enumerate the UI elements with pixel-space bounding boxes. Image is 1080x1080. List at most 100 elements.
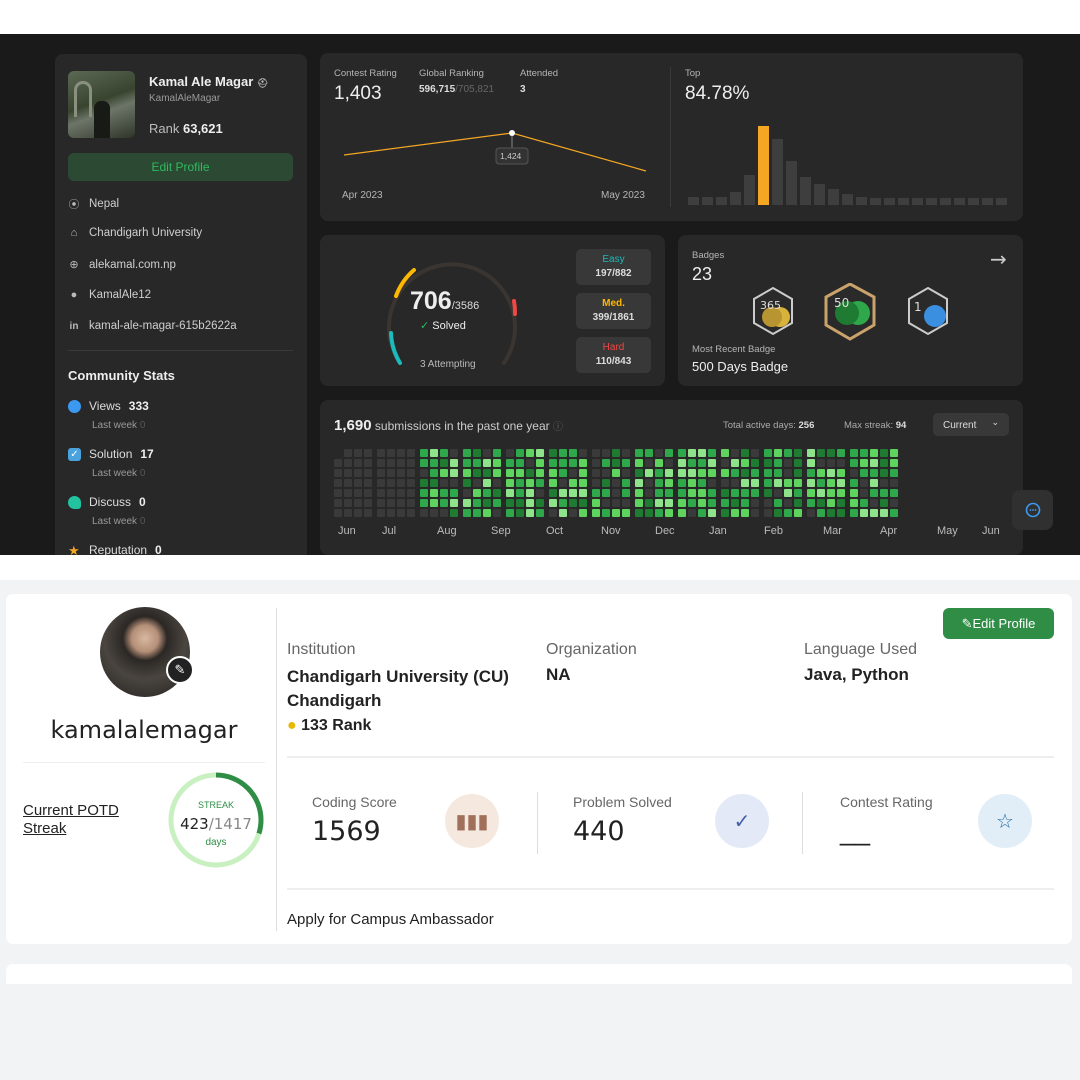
check-square-icon: ✓ (68, 447, 81, 461)
edit-profile-button[interactable]: ✎Edit Profile (943, 608, 1054, 639)
heatmap-cell (377, 449, 385, 457)
coding-score-value: 1569 (312, 816, 381, 847)
heatmap-cell (420, 489, 428, 497)
heatmap-cell (354, 499, 362, 507)
heatmap-cell (377, 489, 385, 497)
heatmap-cell (602, 449, 610, 457)
heatmap-cell (397, 499, 405, 507)
heatmap-cell (890, 489, 898, 497)
month-label: Jun (982, 525, 1000, 537)
heatmap-cell (622, 489, 630, 497)
badge-icons[interactable]: 365 50 1 (748, 283, 958, 345)
leetcode-profile: Kamal Ale Magar ⛑ KamalAleMagar Rank 63,… (0, 34, 1080, 555)
edit-pencil-icon[interactable]: ✎ (166, 656, 194, 684)
heatmap-cell (397, 449, 405, 457)
heatmap-cell (377, 499, 385, 507)
divider (68, 350, 293, 351)
x-end-label: May 2023 (601, 190, 645, 201)
heatmap-cell (890, 509, 898, 517)
heatmap-cell (890, 449, 898, 457)
heatmap-cell (665, 489, 673, 497)
top-percent: 84.78% (685, 83, 750, 104)
heatmap-cell (516, 449, 524, 457)
heatmap-cell (880, 459, 888, 467)
badges-label: Badges (692, 250, 725, 261)
heatmap-cell (354, 479, 362, 487)
heatmap-cell (364, 499, 372, 507)
badges-count: 23 (692, 264, 713, 284)
arrow-right-icon[interactable]: → (990, 247, 1007, 271)
edit-profile-button[interactable]: Edit Profile (68, 153, 293, 181)
heatmap-cell (731, 449, 739, 457)
language-value: Java, Python (804, 665, 909, 684)
heatmap-cell (731, 489, 739, 497)
heatmap-cell (807, 479, 815, 487)
chat-icon[interactable] (1012, 490, 1053, 530)
heatmap-cell (377, 469, 385, 477)
heatmap-cell (698, 479, 706, 487)
year-select[interactable]: Current ⌄ (933, 413, 1009, 436)
info-github[interactable]: ● KamalAle12 (68, 289, 151, 301)
heatmap-cell (602, 509, 610, 517)
avatar[interactable] (68, 71, 135, 138)
heatmap-cell (493, 459, 501, 467)
heatmap-cell (536, 469, 544, 477)
heatmap-cell (784, 469, 792, 477)
heatmap-cell (440, 449, 448, 457)
info-linkedin[interactable]: in kamal-ale-magar-615b2622a (68, 320, 237, 332)
distribution-histogram[interactable] (688, 119, 1008, 205)
easy-stat[interactable]: Easy 197/882 (576, 249, 651, 285)
info-website[interactable]: ⊕ alekamal.com.np (68, 258, 176, 272)
heatmap-cell (387, 509, 395, 517)
heatmap-cell (721, 509, 729, 517)
heatmap-cell (890, 469, 898, 477)
heatmap-cell (827, 479, 835, 487)
heatmap-cell (407, 459, 415, 467)
heatmap-cell (549, 509, 557, 517)
heatmap-cell (579, 499, 587, 507)
hard-stat[interactable]: Hard 110/843 (576, 337, 651, 373)
potd-streak-link[interactable]: Current POTD Streak (23, 802, 133, 838)
next-card (6, 964, 1072, 984)
heatmap-cell (870, 449, 878, 457)
heatmap-cell (807, 509, 815, 517)
heatmap-cell (708, 489, 716, 497)
heatmap-cell (688, 479, 696, 487)
stat-discuss: Discuss 0 (68, 495, 146, 509)
heatmap-cell (751, 509, 759, 517)
heatmap-cell (850, 489, 858, 497)
heatmap-cell (387, 449, 395, 457)
heatmap-cell (450, 459, 458, 467)
submission-heatmap[interactable] (334, 449, 1014, 521)
heatmap-cell (850, 469, 858, 477)
heatmap-cell (837, 509, 845, 517)
heatmap-cell (837, 449, 845, 457)
heatmap-cell (602, 459, 610, 467)
heatmap-cell (516, 489, 524, 497)
heatmap-cell (377, 459, 385, 467)
heatmap-cell (440, 489, 448, 497)
heatmap-cell (817, 499, 825, 507)
medal-icon: ● (287, 717, 297, 734)
heatmap-cell (708, 479, 716, 487)
heatmap-cell (397, 469, 405, 477)
heatmap-cell (334, 499, 342, 507)
heatmap-cell (774, 499, 782, 507)
heatmap-cell (354, 489, 362, 497)
community-stats-title: Community Stats (68, 368, 175, 383)
heatmap-cell (579, 459, 587, 467)
heatmap-cell (612, 459, 620, 467)
info-location: ⦿ Nepal (68, 198, 120, 211)
active-days: Total active days: 256 (723, 420, 815, 431)
campus-ambassador-link[interactable]: Apply for Campus Ambassador (287, 911, 494, 928)
heatmap-cell (645, 479, 653, 487)
heatmap-cell (807, 469, 815, 477)
heatmap-cell (549, 499, 557, 507)
heatmap-cell (354, 449, 362, 457)
heatmap-cell (870, 479, 878, 487)
heatmap-cell (483, 509, 491, 517)
heatmap-cell (569, 499, 577, 507)
medium-stat[interactable]: Med. 399/1861 (576, 293, 651, 329)
svg-text:1: 1 (914, 300, 922, 314)
heatmap-cell (870, 459, 878, 467)
